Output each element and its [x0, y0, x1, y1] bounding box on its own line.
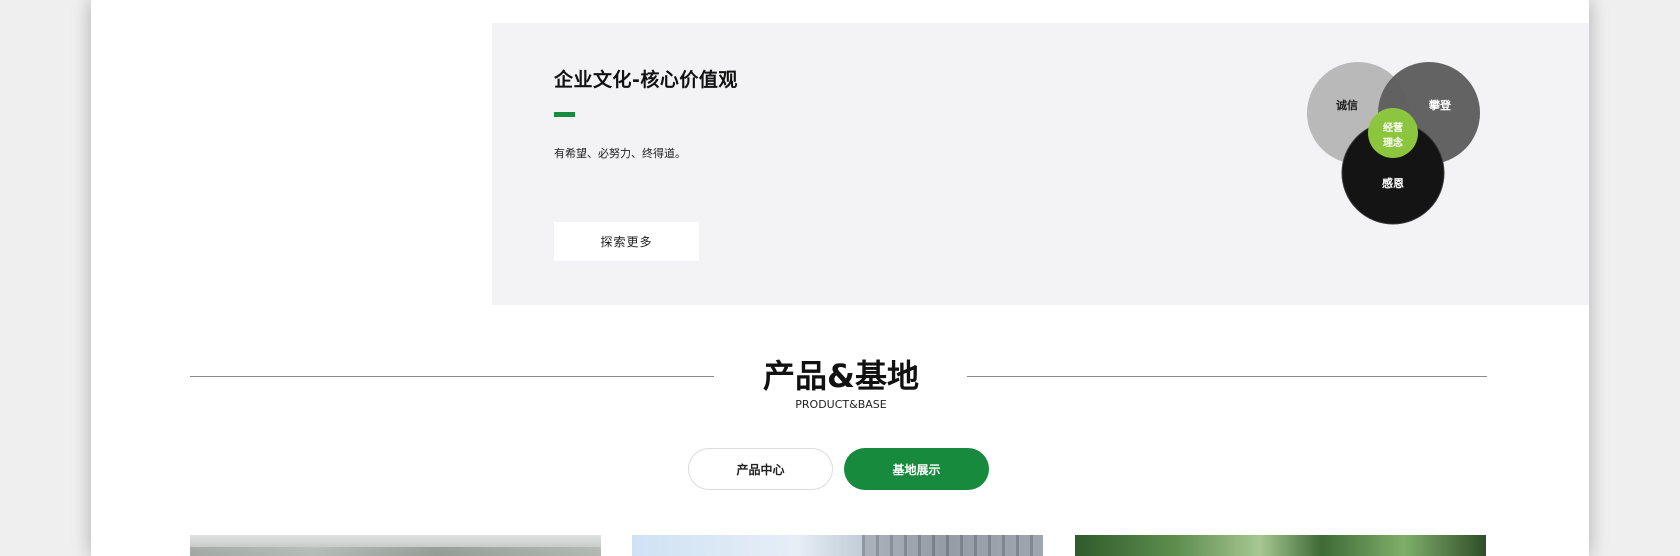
- venn-label-integrity: 诚信: [1336, 98, 1358, 112]
- base-image-card-3[interactable]: [1075, 535, 1486, 556]
- products-section-subtitle: PRODUCT&BASE: [795, 398, 887, 411]
- tab-product-center[interactable]: 产品中心: [688, 448, 833, 490]
- values-venn-diagram: 诚信 攀登 感恩 经营 理念: [1307, 60, 1487, 230]
- base-image-card-1[interactable]: [190, 535, 601, 556]
- products-section-header: 产品&基地 PRODUCT&BASE: [91, 350, 1589, 420]
- title-accent-bar: [554, 112, 575, 117]
- header-divider-right: [967, 376, 1487, 377]
- culture-description: 有希望、必努力、终得道。: [554, 147, 686, 160]
- venn-label-climb: 攀登: [1428, 98, 1452, 112]
- culture-panel: 企业文化-核心价值观 有希望、必努力、终得道。 探索更多 诚信 攀登 感恩 经营…: [492, 23, 1589, 305]
- products-section-title: 产品&基地: [763, 357, 919, 395]
- base-image-card-2[interactable]: [632, 535, 1043, 556]
- venn-center-label-line2: 理念: [1383, 136, 1403, 149]
- header-divider-left: [190, 376, 714, 377]
- venn-center-label-line1: 经营: [1383, 121, 1403, 134]
- culture-title: 企业文化-核心价值观: [554, 69, 738, 91]
- page-container: 企业文化-核心价值观 有希望、必努力、终得道。 探索更多 诚信 攀登 感恩 经营…: [91, 0, 1589, 556]
- venn-label-gratitude: 感恩: [1382, 176, 1404, 190]
- explore-more-button[interactable]: 探索更多: [554, 222, 699, 261]
- tab-base-showcase[interactable]: 基地展示: [844, 448, 989, 490]
